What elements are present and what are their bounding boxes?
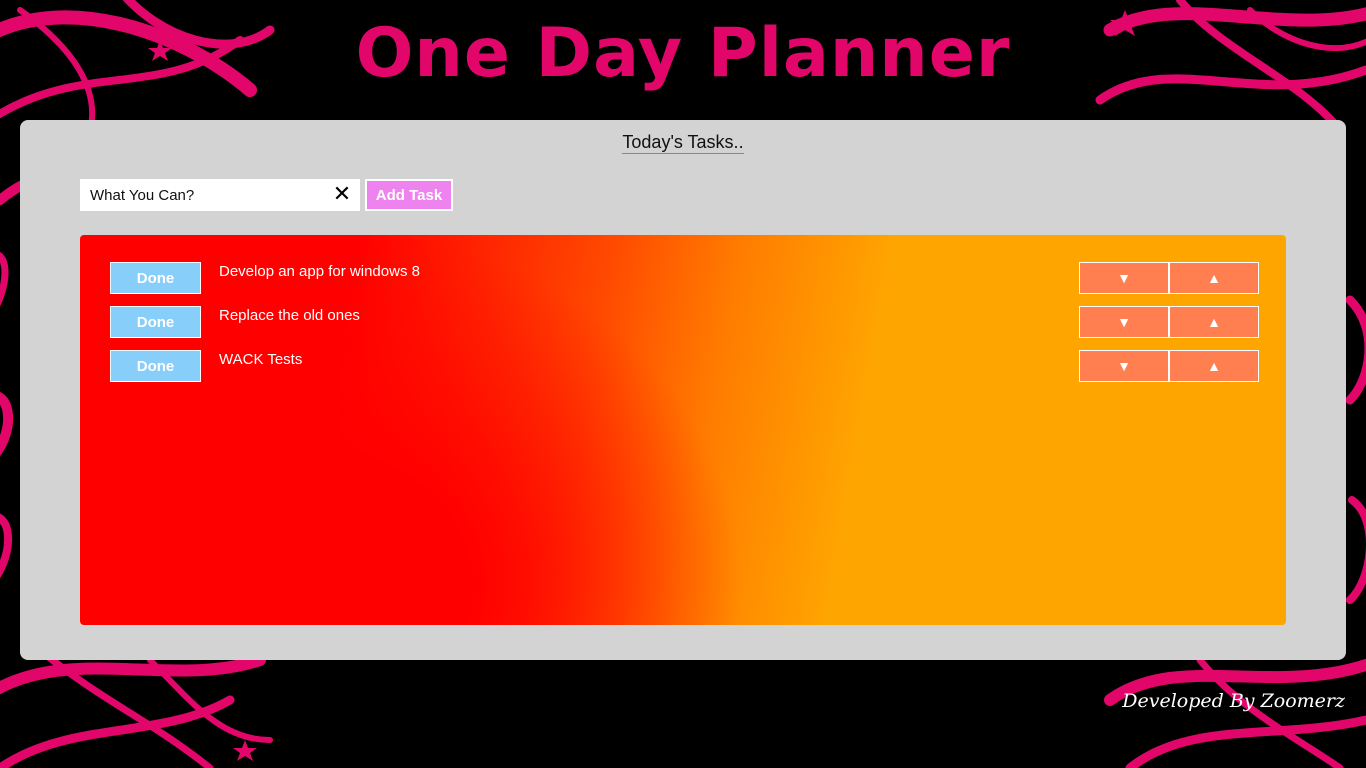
move-up-icon[interactable]: ▲ (1169, 306, 1259, 338)
done-button[interactable]: Done (110, 350, 201, 382)
task-input[interactable] (80, 179, 320, 211)
task-text: Replace the old ones (219, 307, 360, 324)
add-task-button[interactable]: Add Task (365, 179, 453, 211)
move-down-icon[interactable]: ▼ (1079, 262, 1169, 294)
task-input-wrapper: ✕ (80, 179, 360, 211)
task-row: Done WACK Tests ▼ ▲ (80, 350, 1286, 382)
task-text: WACK Tests (219, 351, 303, 368)
app-title: One Day Planner (355, 14, 1011, 93)
task-text: Develop an app for windows 8 (219, 263, 420, 280)
panel-heading: Today's Tasks.. (20, 132, 1346, 154)
done-button[interactable]: Done (110, 306, 201, 338)
move-up-icon[interactable]: ▲ (1169, 262, 1259, 294)
move-down-icon[interactable]: ▼ (1079, 350, 1169, 382)
app-window: One Day Planner Today's Tasks.. ✕ Add Ta… (0, 0, 1366, 768)
tasks-panel: Today's Tasks.. ✕ Add Task Done Develop … (20, 120, 1346, 660)
close-icon[interactable]: ✕ (330, 183, 354, 207)
done-button[interactable]: Done (110, 262, 201, 294)
task-list: Done Develop an app for windows 8 ▼ ▲ Do… (80, 235, 1286, 625)
task-row: Done Replace the old ones ▼ ▲ (80, 306, 1286, 338)
move-down-icon[interactable]: ▼ (1079, 306, 1169, 338)
task-row: Done Develop an app for windows 8 ▼ ▲ (80, 262, 1286, 294)
developer-credit: Developed By Zoomerz (1122, 690, 1345, 712)
move-up-icon[interactable]: ▲ (1169, 350, 1259, 382)
panel-heading-text: Today's Tasks.. (622, 132, 744, 154)
